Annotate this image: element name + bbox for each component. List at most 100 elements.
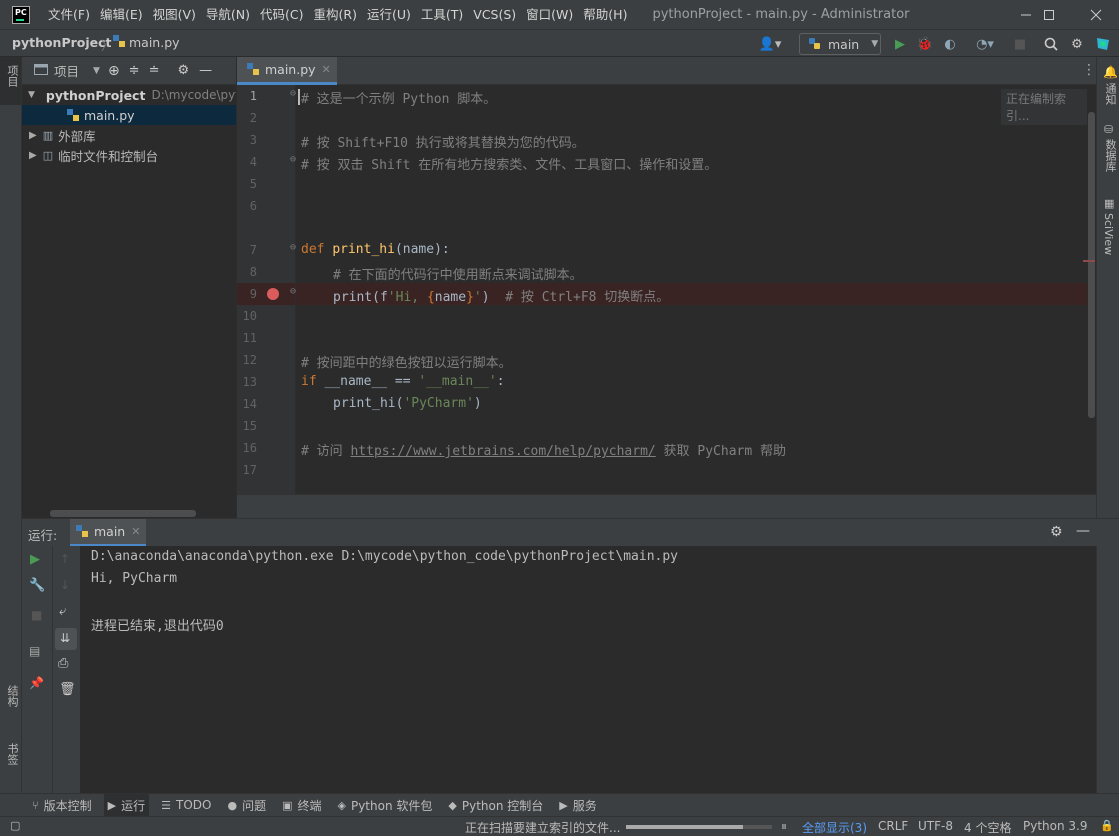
tool-tab-problems[interactable]: ● 问题 [227, 797, 266, 814]
sciview-tool-tab[interactable]: SciView [1102, 213, 1115, 255]
code-line-16: # 访问 https://www.jetbrains.com/help/pych… [301, 444, 787, 459]
database-icon[interactable]: ⛁ [1104, 123, 1113, 136]
sciview-icon[interactable]: ▦ [1104, 197, 1114, 210]
wrench-icon[interactable]: 🔧 [29, 578, 45, 593]
more-options-icon[interactable]: ⋮ [1082, 62, 1096, 78]
print-icon[interactable]: ⎙ [58, 656, 68, 671]
code-editor[interactable]: 正在编制索引... # 这是一个示例 Python 脚本。 # 按 Shift+… [296, 85, 1087, 494]
gear-icon[interactable]: ⚙ [177, 63, 189, 78]
trash-icon[interactable]: 🗑 [59, 682, 76, 697]
notifications-tool-tab[interactable]: 通知 [1102, 83, 1118, 105]
tool-tab-python-console[interactable]: ◆ Python 控制台 [448, 797, 543, 814]
menu-code[interactable]: 代码(C) [255, 0, 308, 29]
tree-root-path: D:\mycode\python_code\pythonProject [151, 88, 236, 102]
menu-refactor[interactable]: 重构(R) [309, 0, 362, 29]
menu-edit[interactable]: 编辑(E) [95, 0, 148, 29]
coverage-icon[interactable]: ◐ [940, 34, 960, 54]
locate-icon[interactable]: ⊕ [108, 63, 120, 79]
hide-panel-icon[interactable]: — [199, 63, 212, 78]
code-line-12: # 按间距中的绿色按钮以运行脚本。 [301, 356, 512, 371]
run-config-selector[interactable]: main ▼ [799, 33, 881, 55]
database-tool-tab[interactable]: 数据库 [1102, 139, 1118, 172]
menu-file[interactable]: 文件(F) [43, 0, 95, 29]
file-encoding[interactable]: UTF-8 [918, 819, 953, 833]
breadcrumb-file[interactable]: main.py [129, 35, 180, 50]
menu-navigate[interactable]: 导航(N) [201, 0, 255, 29]
expand-all-icon[interactable]: ≑ [129, 63, 140, 78]
tree-item-main-py[interactable]: main.py [22, 105, 236, 125]
run-tab-main[interactable]: main ✕ [70, 519, 146, 547]
tool-tab-run[interactable]: ▶ 运行 [103, 794, 150, 816]
code-line-7: def print_hi(name): [301, 242, 450, 257]
menu-run[interactable]: 运行(U) [362, 0, 416, 29]
project-panel-header: 项目 ▼ ⊕ ≑ ≐ ⚙ — [22, 57, 236, 85]
window-title: pythonProject - main.py - Administrator [652, 7, 910, 22]
run-icon[interactable]: ▶ [890, 34, 910, 54]
menu-vcs[interactable]: VCS(S) [468, 0, 521, 29]
horizontal-scrollbar[interactable] [50, 510, 196, 517]
close-tab-icon[interactable]: ✕ [322, 63, 331, 76]
tool-tab-todo[interactable]: ☰ TODO [161, 798, 211, 812]
menu-window[interactable]: 窗口(W) [521, 0, 578, 29]
search-icon[interactable] [1041, 34, 1061, 54]
tree-root-project[interactable]: ▼ pythonProject D:\mycode\python_code\py… [22, 85, 236, 105]
gear-icon[interactable]: ⚙ [1050, 524, 1063, 540]
navigation-bar: pythonProject 〉 main.py 👤▾ main ▼ ▶ 🐞 ◐ … [0, 29, 1119, 57]
menu-tools[interactable]: 工具(T) [416, 0, 468, 29]
editor-scrollbar-thumb[interactable] [1088, 112, 1095, 418]
line-number: 3 [249, 133, 257, 147]
tab-main-py[interactable]: main.py ✕ [237, 57, 337, 85]
python-interpreter[interactable]: Python 3.9 [1023, 819, 1088, 833]
rerun-icon[interactable]: ▶ [30, 552, 40, 567]
run-panel-header: 运行: main ✕ ⚙ — [22, 518, 1119, 547]
profile-icon[interactable]: ◔▾ [968, 34, 1002, 54]
project-tool-tab[interactable]: 项目 [0, 57, 21, 105]
indent-setting[interactable]: 4 个空格 [964, 819, 1011, 836]
scroll-to-end-button[interactable]: ⇊ [55, 628, 77, 650]
tree-item-external-libraries[interactable]: ▶ ▥ 外部库 [22, 125, 236, 145]
tool-tab-python-packages[interactable]: ◈ Python 软件包 [338, 797, 433, 814]
collapse-all-icon[interactable]: ≐ [149, 63, 160, 78]
settings-gear-icon[interactable]: ⚙ [1067, 34, 1087, 54]
code-line-14: print_hi('PyCharm') [333, 396, 482, 411]
chevron-down-icon[interactable]: ▼ [93, 66, 100, 76]
jetbrains-logo-icon[interactable] [1093, 34, 1113, 54]
pause-icon[interactable]: ⏸ [781, 819, 787, 834]
close-button[interactable] [1073, 0, 1119, 29]
stop-icon[interactable]: ■ [31, 608, 42, 622]
layout-icon[interactable]: ▤ [29, 644, 40, 658]
bookmarks-tool-tab[interactable]: 书签 [4, 743, 20, 765]
tool-tab-services[interactable]: ▶ 服务 [559, 797, 596, 814]
tree-item-scratches[interactable]: ▶ ◫ 临时文件和控制台 [22, 145, 236, 165]
run-console-output[interactable]: D:\anaconda\anaconda\python.exe D:\mycod… [80, 546, 1096, 793]
hide-panel-icon[interactable]: — [1076, 523, 1090, 539]
arrow-down-icon[interactable]: ↓ [60, 578, 70, 592]
tool-tab-vcs[interactable]: ⑂ 版本控制 [32, 797, 92, 814]
notifications-bell-icon[interactable]: 🔔 [1103, 65, 1118, 79]
structure-tool-tab[interactable]: 结构 [4, 685, 20, 707]
tool-window-bar: ⑂ 版本控制 ▶ 运行 ☰ TODO ● 问题 ▣ 终端 ◈ Python 软件包 ◆ Pyt… [0, 793, 1119, 816]
stop-icon[interactable]: ■ [1010, 34, 1030, 54]
close-tab-icon[interactable]: ✕ [131, 525, 140, 538]
show-all-link[interactable]: 全部显示(3) [802, 819, 867, 836]
tool-tab-terminal[interactable]: ▣ 终端 [282, 797, 321, 814]
project-panel-title[interactable]: 项目 [54, 61, 79, 80]
toggle-tool-windows-icon[interactable]: ▢ [10, 819, 20, 832]
line-separator[interactable]: CRLF [878, 819, 908, 833]
arrow-up-icon[interactable]: ↑ [60, 552, 70, 566]
breadcrumb-project[interactable]: pythonProject [12, 35, 112, 50]
menu-help[interactable]: 帮助(H) [578, 0, 632, 29]
tool-tab-label: TODO [175, 798, 212, 812]
python-icon [76, 525, 88, 537]
menu-view[interactable]: 视图(V) [148, 0, 201, 29]
soft-wrap-icon[interactable]: ⤶ [59, 604, 66, 619]
lock-icon[interactable]: 🔒 [1100, 819, 1114, 832]
line-number: 6 [249, 199, 257, 213]
breakpoint-icon[interactable] [267, 288, 279, 300]
debug-icon[interactable]: 🐞 [915, 34, 935, 54]
scroll-to-end-icon: ⇊ [60, 631, 71, 645]
maximize-button[interactable] [1026, 0, 1072, 29]
line-number: 4 [249, 155, 257, 169]
pin-icon[interactable]: 📌 [29, 676, 44, 690]
user-icon[interactable]: 👤▾ [756, 34, 784, 54]
